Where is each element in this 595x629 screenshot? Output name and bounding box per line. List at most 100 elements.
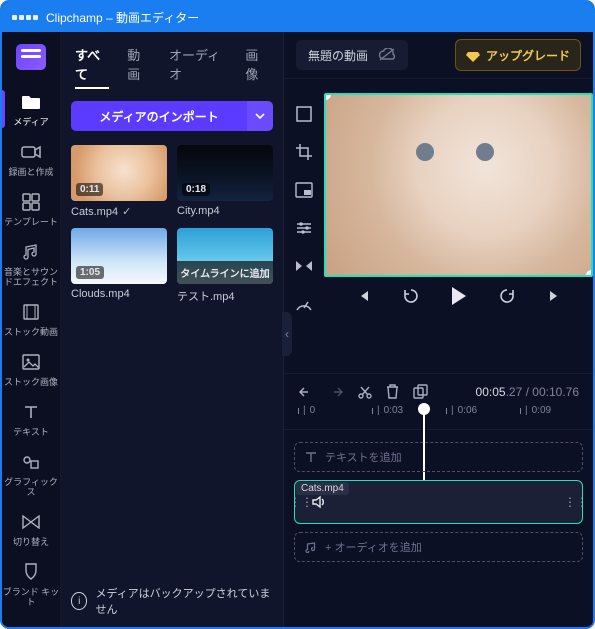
- chevron-down-icon: [255, 113, 265, 119]
- project-title: 無題の動画: [308, 47, 368, 64]
- media-duration: 0:18: [182, 183, 210, 196]
- skip-end-button[interactable]: [544, 285, 566, 307]
- rail-label: ブランド キット: [2, 587, 60, 607]
- duplicate-button[interactable]: [413, 384, 428, 399]
- window-title: Clipchamp – 動画エディター: [46, 9, 199, 26]
- media-duration: 1:05: [76, 266, 104, 279]
- volume-icon[interactable]: [311, 495, 325, 509]
- camera-icon: [20, 141, 42, 163]
- app-window: Clipchamp – 動画エディター メディア 録画と作成 テンプレート 音楽…: [0, 0, 595, 629]
- nav-rail: メディア 録画と作成 テンプレート 音楽とサウンドエフェクト ストック動画 スト…: [2, 32, 61, 627]
- media-name: City.mp4: [177, 205, 220, 217]
- rail-label: メディア: [13, 117, 48, 127]
- topbar: 無題の動画 アップグレード: [284, 32, 593, 79]
- resize-handle-br[interactable]: [586, 270, 593, 277]
- clip-handle-left[interactable]: ⋮⋮: [295, 495, 307, 509]
- forward-button[interactable]: [496, 285, 518, 307]
- rail-brand[interactable]: ブランド キット: [2, 554, 60, 614]
- split-button[interactable]: [358, 385, 372, 399]
- timecode: 00:05.27 / 00:10.76: [476, 385, 579, 399]
- rail-label: テンプレート: [4, 217, 58, 227]
- preview-area: [324, 93, 593, 373]
- rail-label: ストック画像: [4, 377, 58, 387]
- panel-footer: i メディアはバックアップされていません: [61, 575, 283, 627]
- film-icon: [20, 301, 42, 323]
- speed-icon[interactable]: [291, 291, 317, 317]
- rail-templates[interactable]: テンプレート: [2, 184, 60, 234]
- project-title-field[interactable]: 無題の動画: [296, 40, 408, 70]
- shapes-icon: [20, 451, 42, 473]
- media-tabs: すべて 動画 オーディオ 画像: [61, 32, 283, 97]
- tab-audio[interactable]: オーディオ: [169, 45, 227, 89]
- clipchamp-logo: [16, 44, 46, 70]
- play-button[interactable]: [448, 285, 470, 307]
- media-thumbnail: 1:05: [71, 228, 167, 284]
- backup-status: メディアはバックアップされていません: [95, 585, 273, 617]
- rail-label: 切り替え: [13, 537, 49, 547]
- delete-button[interactable]: [386, 384, 399, 399]
- tab-image[interactable]: 画像: [245, 45, 269, 89]
- rewind-button[interactable]: [400, 285, 422, 307]
- upgrade-button[interactable]: アップグレード: [455, 39, 581, 71]
- rail-graphics[interactable]: グラフィックス: [2, 444, 60, 504]
- adjust-icon[interactable]: [291, 215, 317, 241]
- preview-frame: [326, 95, 591, 275]
- timeline: 00:05.27 / 00:10.76 | 0 | 0:03 | 0:06 | …: [284, 373, 593, 627]
- rail-text[interactable]: テキスト: [2, 394, 60, 444]
- titlebar: Clipchamp – 動画エディター: [2, 2, 593, 32]
- timeline-tracks: テキストを追加 Cats.mp4 ⋮⋮ ⋮⋮: [284, 436, 593, 570]
- rail-transitions[interactable]: 切り替え: [2, 504, 60, 554]
- upgrade-label: アップグレード: [486, 47, 570, 64]
- rail-music[interactable]: 音楽とサウンドエフェクト: [2, 234, 60, 294]
- brand-icon: [20, 561, 42, 583]
- media-thumbnail: 0:11: [71, 145, 167, 201]
- music-icon: [20, 241, 42, 263]
- import-media-dropdown[interactable]: [247, 101, 273, 131]
- text-icon: [20, 401, 42, 423]
- tab-all[interactable]: すべて: [75, 45, 109, 89]
- rail-record[interactable]: 録画と作成: [2, 134, 60, 184]
- cloud-off-icon: [378, 48, 396, 62]
- preview-canvas[interactable]: [324, 93, 593, 277]
- templates-icon: [20, 191, 42, 213]
- image-icon: [20, 351, 42, 373]
- checkmark-icon: ✓: [122, 205, 131, 218]
- media-thumbnail: タイムラインに追加: [177, 228, 273, 284]
- skip-start-button[interactable]: [352, 285, 374, 307]
- fit-icon[interactable]: [291, 101, 317, 127]
- rail-stock-image[interactable]: ストック画像: [2, 344, 60, 394]
- add-to-timeline-overlay[interactable]: タイムラインに追加: [177, 261, 273, 284]
- flip-icon[interactable]: [291, 253, 317, 279]
- media-item[interactable]: 0:18 City.mp4: [177, 145, 273, 218]
- rail-label: グラフィックス: [2, 477, 60, 497]
- ruler-tick: | 0:06: [446, 405, 477, 416]
- rail-stock-video[interactable]: ストック動画: [2, 294, 60, 344]
- clip-handle-right[interactable]: ⋮⋮: [570, 495, 582, 509]
- rail-label: テキスト: [13, 427, 49, 437]
- text-track-placeholder[interactable]: テキストを追加: [294, 442, 583, 472]
- rail-media[interactable]: メディア: [2, 84, 60, 134]
- transport-controls: [324, 285, 593, 307]
- timeline-ruler[interactable]: | 0 | 0:03 | 0:06 | 0:09: [284, 405, 593, 430]
- crop-icon[interactable]: [291, 139, 317, 165]
- ruler-tick: | 0: [298, 405, 315, 416]
- media-thumbnail: 0:18: [177, 145, 273, 201]
- ruler-tick: | 0:03: [372, 405, 403, 416]
- transitions-icon: [20, 511, 42, 533]
- collapse-panel-button[interactable]: ‹: [282, 312, 292, 356]
- rail-label: 録画と作成: [8, 167, 53, 177]
- undo-button[interactable]: [298, 385, 314, 399]
- media-duration: 0:11: [76, 183, 103, 196]
- media-item[interactable]: 0:11 Cats.mp4✓: [71, 145, 167, 218]
- info-icon: i: [71, 592, 87, 610]
- music-icon: [305, 541, 317, 553]
- media-item[interactable]: タイムラインに追加 テスト.mp4: [177, 228, 273, 304]
- media-item[interactable]: 1:05 Clouds.mp4: [71, 228, 167, 304]
- import-media-button[interactable]: メディアのインポート: [71, 101, 247, 131]
- redo-button[interactable]: [328, 385, 344, 399]
- tab-video[interactable]: 動画: [127, 45, 151, 89]
- pip-icon[interactable]: [291, 177, 317, 203]
- audio-track-placeholder[interactable]: + オーディオを追加: [294, 532, 583, 562]
- media-grid: 0:11 Cats.mp4✓ 0:18 City.mp4 1:05 Clouds…: [61, 141, 283, 314]
- clip-name: Cats.mp4: [296, 482, 349, 495]
